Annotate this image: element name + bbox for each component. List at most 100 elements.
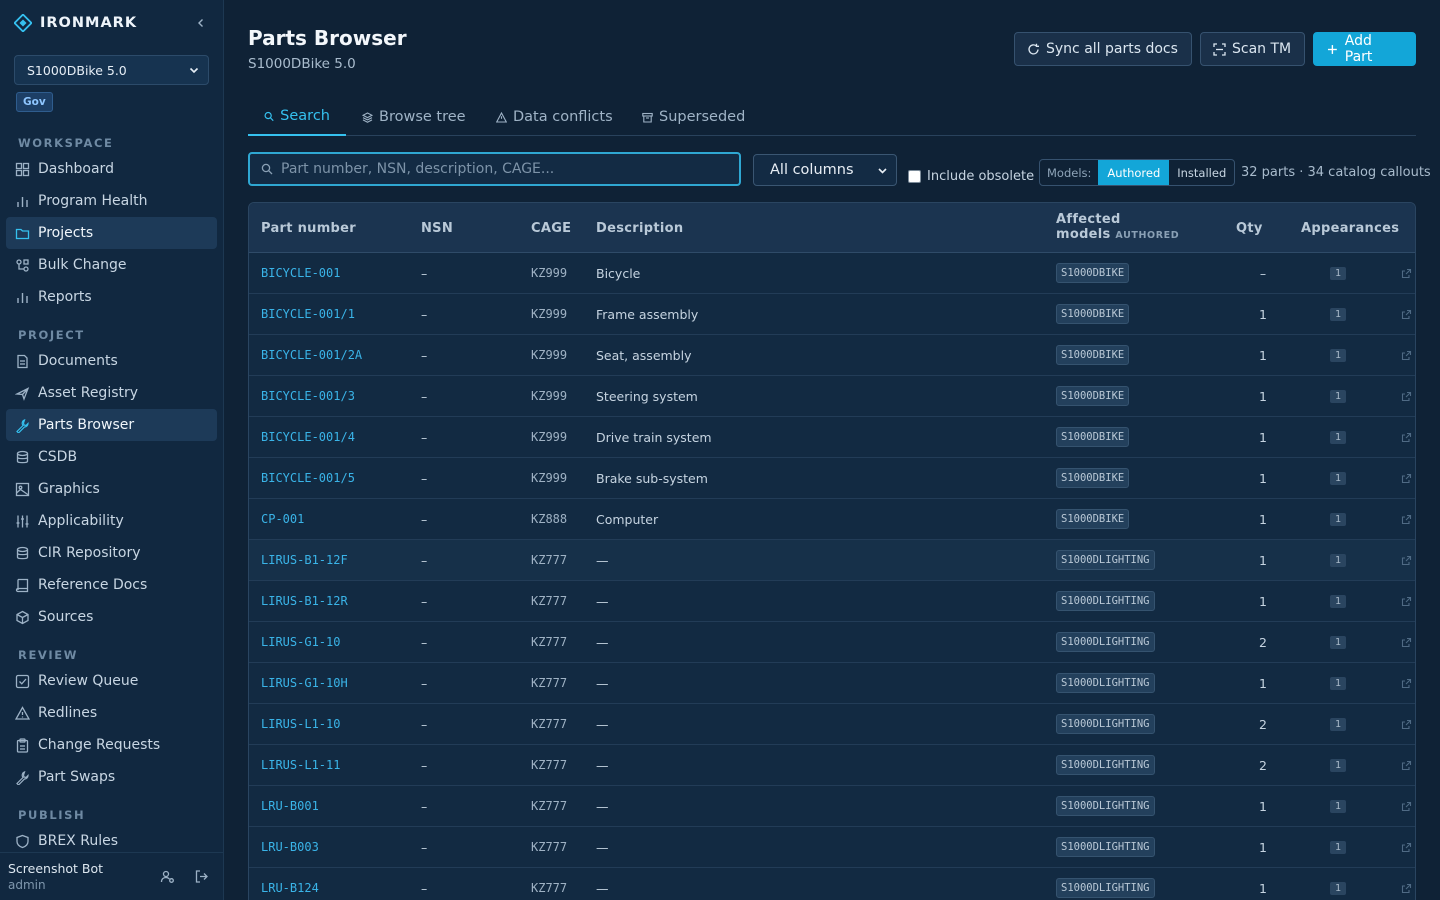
- table-row[interactable]: LRU-B124 – KZ777 — S1000DLIGHTING 1 1: [249, 868, 1415, 900]
- sidebar-item-graphics[interactable]: Graphics: [6, 473, 217, 505]
- search-input[interactable]: [281, 161, 721, 177]
- external-link-icon[interactable]: [1401, 719, 1412, 730]
- header-part-number[interactable]: Part number: [261, 221, 356, 236]
- sidebar-item-review-queue[interactable]: Review Queue: [6, 665, 217, 697]
- part-number-link[interactable]: LIRUS-B1-12F: [261, 540, 348, 580]
- external-link-icon[interactable]: [1401, 678, 1412, 689]
- appearances-badge[interactable]: 1: [1330, 717, 1347, 731]
- include-obsolete-checkbox[interactable]: [908, 170, 921, 183]
- sidebar-item-redlines[interactable]: Redlines: [6, 697, 217, 729]
- table-row[interactable]: BICYCLE-001/3 – KZ999 Steering system S1000D…: [249, 376, 1415, 417]
- table-row[interactable]: BICYCLE-001 – KZ999 Bicycle S1000DBIKE – 1: [249, 253, 1415, 294]
- header-nsn[interactable]: NSN: [421, 221, 453, 236]
- external-link-icon[interactable]: [1401, 637, 1412, 648]
- sidebar-item-bulk-change[interactable]: Bulk Change: [6, 249, 217, 281]
- tab-browse-tree[interactable]: Browse tree: [346, 98, 482, 136]
- part-number-link[interactable]: LRU-B124: [261, 868, 319, 900]
- external-link-icon[interactable]: [1401, 883, 1412, 894]
- sidebar-item-sources[interactable]: Sources: [6, 601, 217, 633]
- external-link-icon[interactable]: [1401, 555, 1412, 566]
- appearances-badge[interactable]: 1: [1330, 799, 1347, 813]
- add-part-button[interactable]: Add Part: [1313, 32, 1416, 66]
- external-link-icon[interactable]: [1401, 842, 1412, 853]
- sidebar-item-reports[interactable]: Reports: [6, 281, 217, 313]
- tab-superseded[interactable]: Superseded: [626, 98, 761, 136]
- part-number-link[interactable]: BICYCLE-001/5: [261, 458, 355, 498]
- sidebar-item-part-swaps[interactable]: Part Swaps: [6, 761, 217, 793]
- table-row[interactable]: LIRUS-B1-12R – KZ777 — S1000DLIGHTING 1 1: [249, 581, 1415, 622]
- sidebar-item-applicability[interactable]: Applicability: [6, 505, 217, 537]
- column-select[interactable]: All columns: [753, 154, 897, 186]
- appearances-badge[interactable]: 1: [1330, 676, 1347, 690]
- sync-parts-docs-button[interactable]: Sync all parts docs: [1014, 32, 1192, 66]
- header-cage[interactable]: CAGE: [531, 221, 571, 236]
- table-row[interactable]: LIRUS-L1-11 – KZ777 — S1000DLIGHTING 2 1: [249, 745, 1415, 786]
- external-link-icon[interactable]: [1401, 514, 1412, 525]
- part-number-link[interactable]: LIRUS-L1-10: [261, 704, 340, 744]
- models-authored-button[interactable]: Authored: [1098, 160, 1170, 185]
- part-number-link[interactable]: LIRUS-B1-12R: [261, 581, 348, 621]
- table-row[interactable]: LRU-B001 – KZ777 — S1000DLIGHTING 1 1: [249, 786, 1415, 827]
- external-link-icon[interactable]: [1401, 268, 1412, 279]
- header-affected-models[interactable]: Affected models AUTHORED: [1056, 212, 1179, 242]
- appearances-badge[interactable]: 1: [1330, 266, 1347, 280]
- sidebar-item-program-health[interactable]: Program Health: [6, 185, 217, 217]
- tab-data-conflicts[interactable]: Data conflicts: [480, 98, 629, 136]
- header-qty[interactable]: Qty: [1236, 221, 1263, 236]
- scan-tm-button[interactable]: Scan TM: [1200, 32, 1305, 66]
- table-row[interactable]: BICYCLE-001/2A – KZ999 Seat, assembly S1000D…: [249, 335, 1415, 376]
- part-number-link[interactable]: BICYCLE-001/4: [261, 417, 355, 457]
- sidebar-item-projects[interactable]: Projects: [6, 217, 217, 249]
- external-link-icon[interactable]: [1401, 391, 1412, 402]
- appearances-badge[interactable]: 1: [1330, 348, 1347, 362]
- external-link-icon[interactable]: [1401, 801, 1412, 812]
- table-row[interactable]: LIRUS-G1-10H – KZ777 — S1000DLIGHTING 1 1: [249, 663, 1415, 704]
- collapse-sidebar-button[interactable]: [192, 12, 210, 34]
- table-row[interactable]: BICYCLE-001/1 – KZ999 Frame assembly S1000DB…: [249, 294, 1415, 335]
- logout-icon[interactable]: [194, 869, 209, 884]
- sidebar-item-dashboard[interactable]: Dashboard: [6, 153, 217, 185]
- sidebar-item-parts-browser[interactable]: Parts Browser: [6, 409, 217, 441]
- external-link-icon[interactable]: [1401, 350, 1412, 361]
- appearances-badge[interactable]: 1: [1330, 512, 1347, 526]
- sidebar-item-cir-repository[interactable]: CIR Repository: [6, 537, 217, 569]
- appearances-badge[interactable]: 1: [1330, 389, 1347, 403]
- header-appearances[interactable]: Appearances: [1301, 221, 1399, 236]
- tab-search[interactable]: Search: [248, 98, 346, 136]
- include-obsolete-toggle[interactable]: Include obsolete: [908, 169, 1034, 184]
- table-row[interactable]: LIRUS-L1-10 – KZ777 — S1000DLIGHTING 2 1: [249, 704, 1415, 745]
- appearances-badge[interactable]: 1: [1330, 553, 1347, 567]
- part-number-link[interactable]: BICYCLE-001/2A: [261, 335, 362, 375]
- part-number-link[interactable]: BICYCLE-001: [261, 253, 340, 293]
- appearances-badge[interactable]: 1: [1330, 635, 1347, 649]
- external-link-icon[interactable]: [1401, 473, 1412, 484]
- brand[interactable]: IRONMARK: [14, 12, 137, 34]
- part-number-link[interactable]: LIRUS-G1-10: [261, 622, 340, 662]
- table-row[interactable]: LIRUS-B1-12F – KZ777 — S1000DLIGHTING 1 1: [249, 540, 1415, 581]
- external-link-icon[interactable]: [1401, 760, 1412, 771]
- models-installed-button[interactable]: Installed: [1169, 160, 1234, 185]
- sidebar-item-change-requests[interactable]: Change Requests: [6, 729, 217, 761]
- project-select[interactable]: S1000DBike 5.0: [14, 55, 209, 85]
- part-number-link[interactable]: LIRUS-G1-10H: [261, 663, 348, 703]
- part-number-link[interactable]: BICYCLE-001/1: [261, 294, 355, 334]
- sidebar-item-reference-docs[interactable]: Reference Docs: [6, 569, 217, 601]
- search-field[interactable]: [248, 152, 741, 186]
- part-number-link[interactable]: LRU-B003: [261, 827, 319, 867]
- appearances-badge[interactable]: 1: [1330, 840, 1347, 854]
- header-description[interactable]: Description: [596, 221, 683, 236]
- appearances-badge[interactable]: 1: [1330, 471, 1347, 485]
- sidebar-item-documents[interactable]: Documents: [6, 345, 217, 377]
- part-number-link[interactable]: BICYCLE-001/3: [261, 376, 355, 416]
- table-row[interactable]: LIRUS-G1-10 – KZ777 — S1000DLIGHTING 2 1: [249, 622, 1415, 663]
- part-number-link[interactable]: LRU-B001: [261, 786, 319, 826]
- table-row[interactable]: BICYCLE-001/5 – KZ999 Brake sub-system S1000…: [249, 458, 1415, 499]
- appearances-badge[interactable]: 1: [1330, 758, 1347, 772]
- external-link-icon[interactable]: [1401, 596, 1412, 607]
- part-number-link[interactable]: LIRUS-L1-11: [261, 745, 340, 785]
- external-link-icon[interactable]: [1401, 432, 1412, 443]
- part-number-link[interactable]: CP-001: [261, 499, 304, 539]
- table-row[interactable]: CP-001 – KZ888 Computer S1000DBIKE 1 1: [249, 499, 1415, 540]
- appearances-badge[interactable]: 1: [1330, 307, 1347, 321]
- appearances-badge[interactable]: 1: [1330, 430, 1347, 444]
